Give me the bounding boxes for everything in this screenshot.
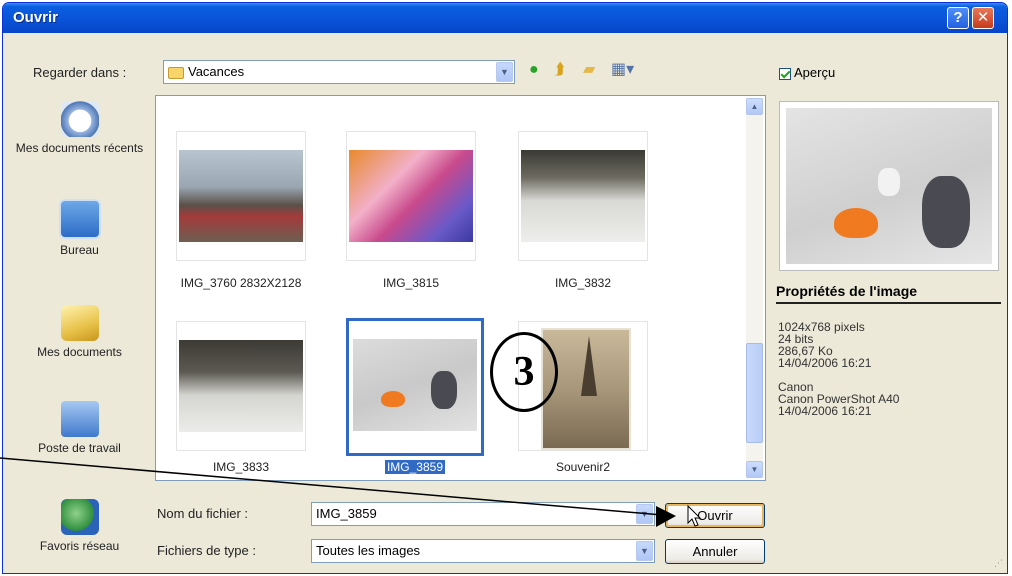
filetype-label: Fichiers de type : [157, 543, 256, 558]
place-label: Bureau [60, 243, 99, 257]
file-name[interactable]: IMG_3859 [330, 460, 500, 474]
look-in-label: Regarder dans : [33, 65, 127, 80]
open-dialog: Ouvrir ? ✕ Regarder dans : Vacances ▼ ● … [2, 2, 1008, 574]
cancel-button[interactable]: Annuler [665, 539, 765, 564]
new-folder-icon[interactable]: ▰ [583, 60, 595, 80]
open-button[interactable]: Ouvrir [665, 503, 765, 528]
file-thumbnail[interactable] [518, 131, 648, 261]
file-list[interactable]: IMG_3760 2832X2128 IMG_3815 IMG_3832 IMG… [155, 95, 766, 481]
window-title: Ouvrir [13, 9, 59, 26]
image-properties: 1024x768 pixels 24 bits 286,67 Ko 14/04/… [778, 321, 899, 417]
preview-image [786, 108, 992, 264]
look-in-value: Vacances [188, 64, 245, 79]
desktop-icon [58, 199, 101, 239]
chevron-down-icon[interactable]: ▼ [496, 62, 513, 82]
file-thumbnail[interactable] [176, 131, 306, 261]
place-label: Mes documents récents [15, 141, 144, 155]
thumbnail-image [179, 150, 303, 242]
filename-value: IMG_3859 [316, 506, 377, 521]
place-my-documents[interactable]: Mes documents [13, 305, 146, 359]
image-properties-title: Propriétés de l'image [776, 283, 1001, 304]
filetype-select[interactable]: Toutes les images ▼ [311, 539, 655, 563]
place-label: Favoris réseau [39, 539, 120, 553]
file-name[interactable]: IMG_3832 [498, 276, 668, 290]
scroll-down-icon[interactable]: ▼ [746, 461, 763, 478]
preview-checkbox[interactable]: Aperçu [779, 65, 835, 80]
recent-documents-icon [60, 101, 99, 137]
file-name[interactable]: IMG_3815 [326, 276, 496, 290]
vertical-scrollbar[interactable]: ▲ ▼ [746, 98, 763, 478]
file-name[interactable]: IMG_3760 2832X2128 [156, 276, 326, 290]
view-menu-icon[interactable]: ▦▾ [611, 60, 634, 80]
places-bar: Mes documents récents Bureau Mes documen… [13, 95, 146, 561]
filename-input[interactable]: IMG_3859 ▼ [311, 502, 655, 526]
folder-icon [168, 66, 184, 79]
my-documents-icon [60, 305, 99, 341]
resize-grip-icon[interactable]: ⋰ [994, 558, 1003, 569]
image-preview [779, 101, 999, 271]
place-desktop[interactable]: Bureau [13, 199, 146, 257]
place-network[interactable]: Favoris réseau [13, 499, 146, 553]
file-name[interactable]: Souvenir2 [498, 460, 668, 474]
place-label: Mes documents [37, 345, 122, 359]
place-recent-documents[interactable]: Mes documents récents [13, 101, 146, 155]
step-number-callout: 3 [490, 332, 558, 412]
place-my-computer[interactable]: Poste de travail [13, 401, 146, 455]
chevron-down-icon[interactable]: ▼ [636, 504, 653, 524]
my-computer-icon [60, 401, 99, 437]
close-button[interactable]: ✕ [972, 7, 994, 29]
property-line: 14/04/2006 16:21 [778, 356, 872, 370]
property-line: 14/04/2006 16:21 [778, 404, 872, 418]
scroll-up-icon[interactable]: ▲ [746, 98, 763, 115]
look-in-combobox[interactable]: Vacances ▼ [163, 60, 515, 84]
up-folder-icon[interactable]: ⮭ [555, 60, 564, 80]
thumbnail-image [179, 340, 303, 432]
thumbnail-image [521, 150, 645, 242]
chevron-down-icon[interactable]: ▼ [636, 541, 653, 561]
back-icon[interactable]: ● [529, 60, 539, 80]
file-thumbnail-selected[interactable] [346, 318, 484, 456]
filetype-value: Toutes les images [316, 543, 421, 558]
scrollbar-thumb[interactable] [746, 343, 763, 443]
checkbox-icon[interactable] [779, 67, 791, 80]
place-label: Poste de travail [38, 441, 121, 455]
preview-label: Aperçu [794, 65, 836, 80]
help-button[interactable]: ? [947, 7, 969, 29]
thumbnail-image [353, 339, 477, 431]
file-name-selected: IMG_3859 [384, 460, 446, 474]
file-name[interactable]: IMG_3833 [156, 460, 326, 474]
title-bar[interactable]: Ouvrir ? ✕ [3, 3, 1007, 33]
network-places-icon [60, 499, 99, 535]
filename-label: Nom du fichier : [157, 506, 249, 521]
file-thumbnail[interactable] [346, 131, 476, 261]
thumbnail-image [349, 150, 473, 242]
file-thumbnail[interactable] [176, 321, 306, 451]
